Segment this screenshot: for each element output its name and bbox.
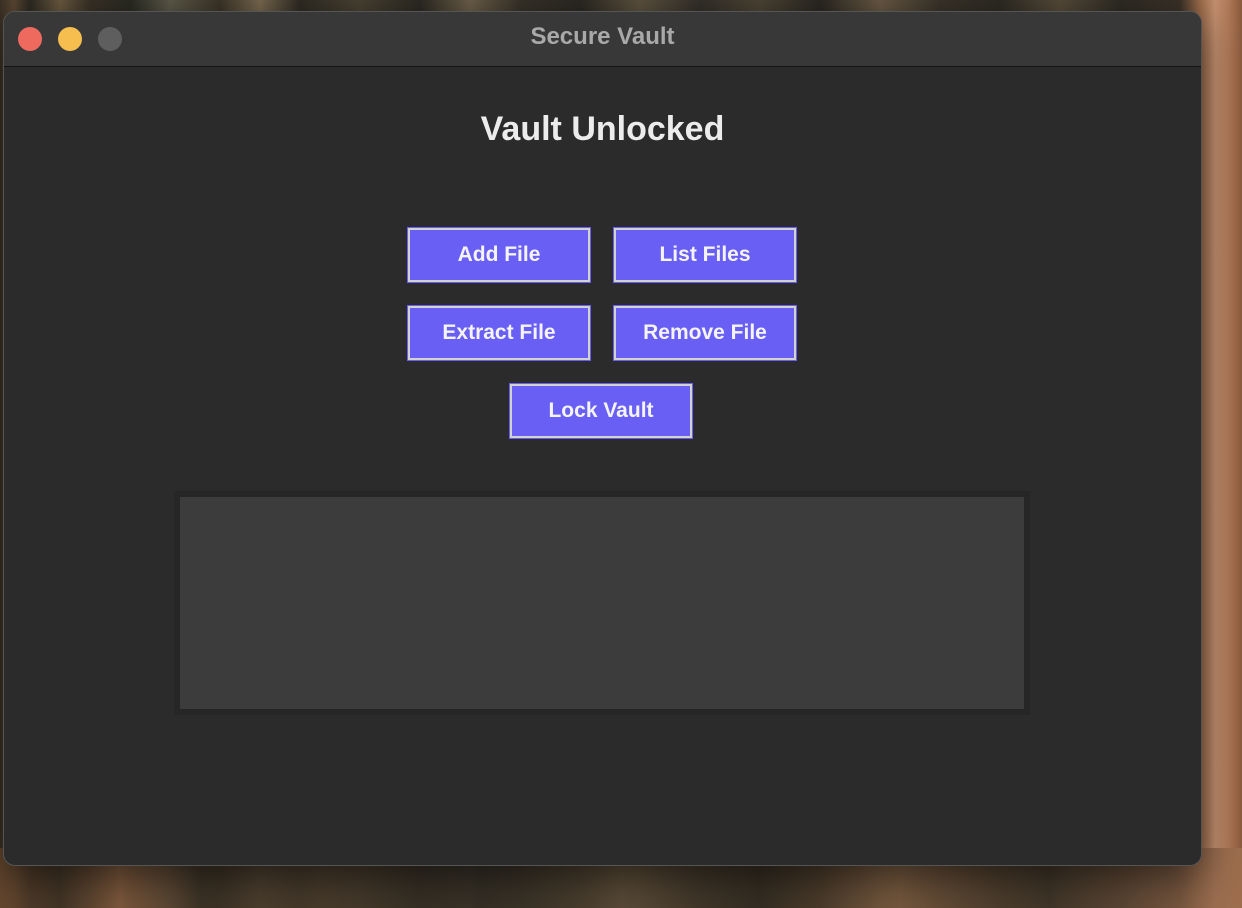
list-files-button[interactable]: List Files xyxy=(613,227,797,283)
remove-file-button[interactable]: Remove File xyxy=(613,305,797,361)
extract-file-button[interactable]: Extract File xyxy=(407,305,591,361)
output-text-area[interactable] xyxy=(180,497,1024,709)
title-bar[interactable]: Secure Vault xyxy=(4,12,1201,67)
page-title: Vault Unlocked xyxy=(480,110,725,148)
add-file-button[interactable]: Add File xyxy=(407,227,591,283)
app-window: Secure Vault Vault Unlocked Add File Lis… xyxy=(3,11,1202,866)
output-frame xyxy=(174,491,1030,715)
lock-vault-button[interactable]: Lock Vault xyxy=(509,383,693,439)
window-title: Secure Vault xyxy=(530,23,675,50)
